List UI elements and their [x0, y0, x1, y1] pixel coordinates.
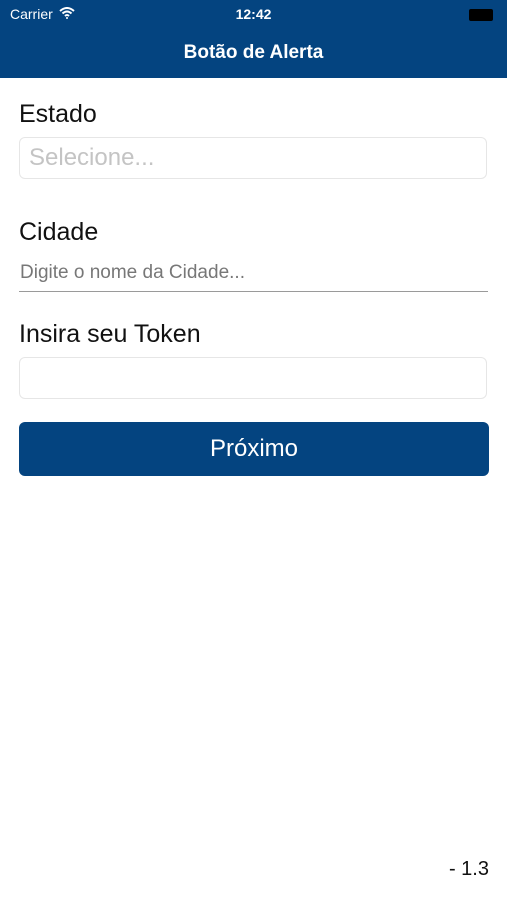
cidade-placeholder: Digite o nome da Cidade... [20, 262, 245, 283]
status-bar: Carrier 12:42 [0, 0, 507, 28]
status-time: 12:42 [235, 6, 272, 22]
next-button[interactable]: Próximo [19, 422, 489, 476]
cidade-input[interactable]: Digite o nome da Cidade... [19, 262, 488, 292]
cidade-label: Cidade [19, 218, 99, 246]
token-label: Insira seu Token [19, 320, 201, 348]
estado-placeholder: Selecione... [29, 144, 155, 171]
token-input[interactable] [19, 357, 487, 399]
next-button-label: Próximo [209, 435, 299, 462]
estado-select[interactable]: Selecione... [19, 137, 487, 179]
navigation-bar: Botão de Alerta [0, 28, 507, 78]
nav-title: Botão de Alerta [183, 42, 324, 63]
version-label: - 1.3 [448, 858, 489, 880]
battery-icon [469, 9, 493, 21]
estado-label: Estado [19, 100, 97, 128]
